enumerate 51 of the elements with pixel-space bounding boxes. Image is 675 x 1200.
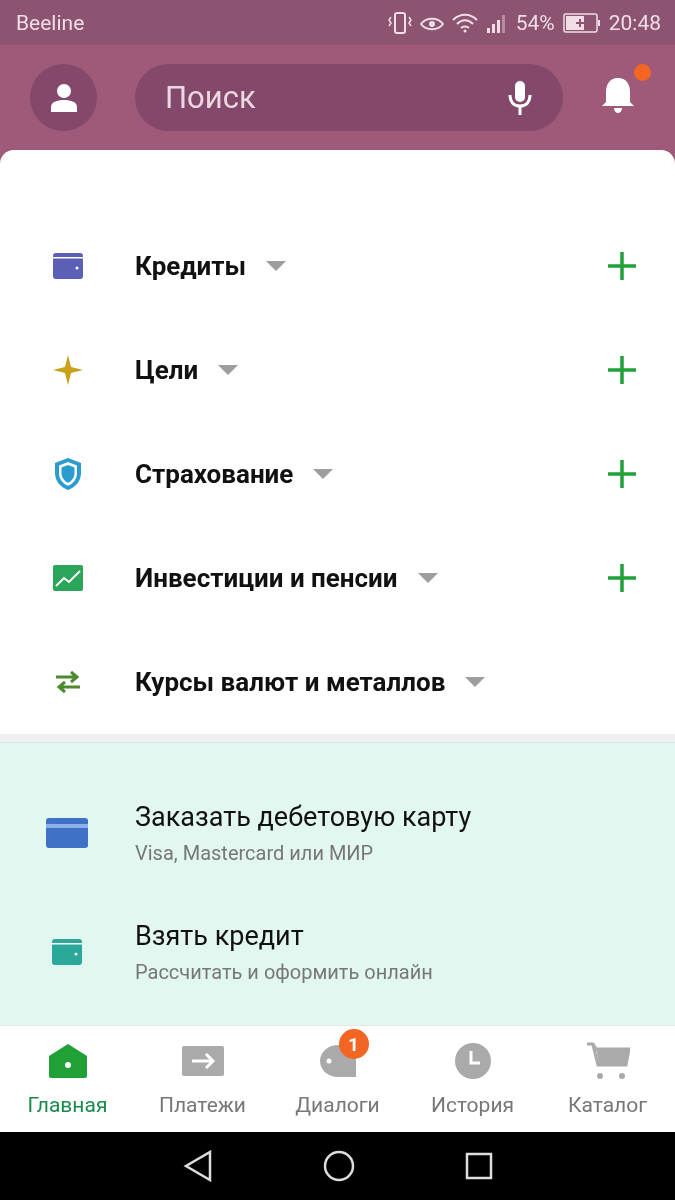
bell-icon[interactable] [601,75,635,114]
add-button[interactable] [607,355,637,385]
section-title[interactable]: Кредиты [135,251,247,281]
carrier-name: Beeline [16,10,85,35]
plus-icon [607,563,637,593]
back-button[interactable] [182,1150,213,1182]
clock-icon [453,1042,492,1080]
nav-tab[interactable]: 1 Диалоги [270,1026,405,1132]
person-icon [49,82,78,113]
wallet-icon [52,252,84,280]
home-button[interactable] [322,1150,355,1182]
offer-subtitle: Рассчитать и оформить онлайн [135,959,433,984]
recents-button[interactable] [464,1152,493,1180]
wifi-icon [451,12,478,33]
plus-icon [607,355,637,385]
nav-tab[interactable]: История [405,1026,540,1132]
unread-badge: 1 [338,1029,369,1059]
clock-time: 20:48 [608,10,661,35]
plus-icon [607,459,637,489]
dropdown-caret-icon[interactable] [313,469,334,479]
search-field[interactable]: Поиск [135,64,563,131]
shield-icon [54,457,82,491]
dropdown-caret-icon[interactable] [417,573,438,583]
offer-title[interactable]: Заказать дебетовую карту [135,800,472,833]
battery-percent: 54% [515,10,555,35]
nav-tab[interactable]: Каталог [540,1026,675,1132]
dropdown-caret-icon[interactable] [266,261,287,271]
add-button[interactable] [607,459,637,489]
vibrate-icon [387,11,412,34]
chart-icon [52,564,84,592]
sparkle-icon [52,354,84,386]
dropdown-caret-icon[interactable] [218,365,239,375]
cart-icon [585,1041,630,1081]
microphone-icon[interactable] [507,80,533,116]
add-button[interactable] [607,251,637,281]
nav-tab[interactable]: Главная [0,1026,135,1132]
add-button[interactable] [607,563,637,593]
section-title[interactable]: Курсы валют и металлов [135,667,446,697]
card-icon [46,817,88,848]
section-title[interactable]: Инвестиции и пенсии [135,563,398,593]
home-icon [47,1043,88,1079]
nav-tab[interactable]: Платежи [135,1026,270,1132]
section-title[interactable]: Страхование [135,459,294,489]
dropdown-caret-icon[interactable] [465,677,486,687]
signal-icon [485,12,508,33]
wallet-icon [51,937,83,966]
offer-title[interactable]: Взять кредит [135,919,433,952]
section-title[interactable]: Цели [135,355,199,385]
plus-icon [607,251,637,281]
battery-icon [562,12,601,33]
offer-subtitle: Visa, Mastercard или МИР [135,840,375,865]
